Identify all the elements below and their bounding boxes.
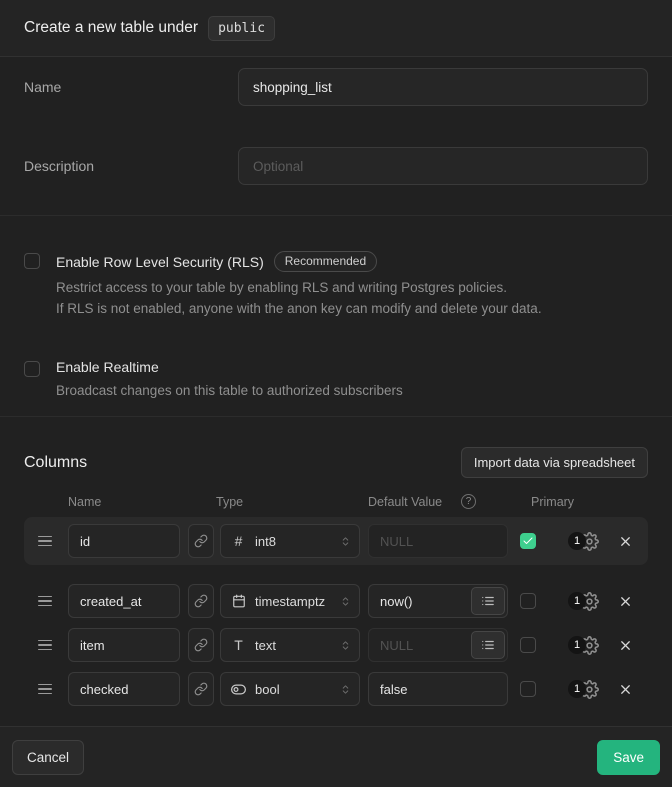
rls-label: Enable Row Level Security (RLS): [56, 254, 264, 270]
rls-checkbox[interactable]: [24, 253, 40, 269]
default-value-help-icon[interactable]: ?: [461, 494, 476, 509]
column-name-input[interactable]: [68, 584, 180, 618]
column-row: # int8 1: [24, 517, 648, 565]
default-value-suggestions-icon[interactable]: [471, 631, 505, 659]
default-value-cell: [368, 672, 508, 706]
column-type-select[interactable]: Ttext: [220, 628, 360, 662]
save-button[interactable]: Save: [597, 740, 660, 775]
name-label: Name: [24, 68, 238, 95]
column-settings: 1: [568, 680, 599, 699]
default-value-cell: [368, 628, 508, 662]
rls-description-line1: Restrict access to your table by enablin…: [56, 277, 542, 298]
column-name-input[interactable]: [68, 524, 180, 558]
calendar-icon: [231, 594, 246, 608]
column-type-value: int8: [255, 534, 331, 549]
column-header-type: Type: [216, 495, 368, 509]
letter-t-icon: T: [231, 637, 246, 653]
drag-handle-icon[interactable]: [38, 684, 52, 695]
realtime-label: Enable Realtime: [56, 359, 159, 375]
column-name-input[interactable]: [68, 628, 180, 662]
default-value-suggestions-icon[interactable]: [471, 587, 505, 615]
settings-count-badge: 1: [568, 636, 586, 654]
column-default-value-input[interactable]: [368, 524, 508, 558]
column-type-select[interactable]: # int8: [220, 524, 360, 558]
default-value-cell: [368, 584, 508, 618]
remove-column-icon[interactable]: [618, 594, 633, 609]
table-name-input[interactable]: [238, 68, 648, 106]
column-type-value: text: [255, 638, 331, 653]
panel-header: Create a new table under public: [0, 0, 672, 57]
panel-footer: Cancel Save: [0, 726, 672, 787]
realtime-checkbox[interactable]: [24, 361, 40, 377]
rls-description: Restrict access to your table by enablin…: [56, 277, 542, 319]
panel-title: Create a new table under: [24, 19, 198, 37]
column-row: bool 1: [24, 668, 648, 710]
import-spreadsheet-button[interactable]: Import data via spreadsheet: [461, 447, 648, 478]
column-type-select[interactable]: timestamptz: [220, 584, 360, 618]
table-info-section: Name Description: [0, 57, 672, 216]
column-type-value: bool: [255, 682, 331, 697]
settings-count-badge: 1: [568, 532, 586, 550]
columns-header-row: Name Type Default Value ? Primary: [24, 494, 648, 509]
remove-column-icon[interactable]: [618, 638, 633, 653]
description-label: Description: [24, 147, 238, 174]
column-type-select[interactable]: bool: [220, 672, 360, 706]
primary-key-checkbox[interactable]: [520, 681, 536, 697]
hash-icon: #: [231, 533, 246, 549]
foreign-key-link-icon[interactable]: [188, 672, 214, 706]
column-row: timestamptz 1: [24, 580, 648, 622]
column-settings: 1: [568, 532, 599, 551]
column-settings: 1: [568, 636, 599, 655]
rls-description-line2: If RLS is not enabled, anyone with the a…: [56, 298, 542, 319]
column-header-default: Default Value: [368, 495, 456, 509]
realtime-description: Broadcast changes on this table to autho…: [56, 380, 403, 401]
settings-count-badge: 1: [568, 680, 586, 698]
recommended-badge: Recommended: [274, 251, 377, 272]
column-header-name: Name: [68, 495, 216, 509]
foreign-key-link-icon[interactable]: [188, 628, 214, 662]
table-options-section: Enable Row Level Security (RLS) Recommen…: [0, 216, 672, 417]
chevron-up-down-icon: [340, 684, 351, 695]
foreign-key-link-icon[interactable]: [188, 584, 214, 618]
drag-handle-icon[interactable]: [38, 640, 52, 651]
drag-handle-icon[interactable]: [38, 536, 52, 547]
columns-title: Columns: [24, 454, 87, 472]
columns-rows: # int8 1 timestamptz 1 Ttext 1 bool 1: [24, 517, 648, 710]
column-name-input[interactable]: [68, 672, 180, 706]
default-value-cell: [368, 524, 508, 558]
settings-count-badge: 1: [568, 592, 586, 610]
primary-key-checkbox[interactable]: [520, 533, 536, 549]
create-table-panel: Create a new table under public Name Des…: [0, 0, 672, 787]
remove-column-icon[interactable]: [618, 682, 633, 697]
drag-handle-icon[interactable]: [38, 596, 52, 607]
remove-column-icon[interactable]: [618, 534, 633, 549]
foreign-key-link-icon[interactable]: [188, 524, 214, 558]
column-settings: 1: [568, 592, 599, 611]
column-default-value-input[interactable]: [368, 672, 508, 706]
chevron-up-down-icon: [340, 640, 351, 651]
chevron-up-down-icon: [340, 536, 351, 547]
column-header-primary: Primary: [531, 495, 574, 509]
column-type-value: timestamptz: [255, 594, 331, 609]
cancel-button[interactable]: Cancel: [12, 740, 84, 775]
columns-section: Columns Import data via spreadsheet Name…: [0, 417, 672, 726]
schema-badge: public: [208, 16, 275, 41]
column-row: Ttext 1: [24, 624, 648, 666]
chevron-up-down-icon: [340, 596, 351, 607]
table-description-input[interactable]: [238, 147, 648, 185]
primary-key-checkbox[interactable]: [520, 593, 536, 609]
primary-key-checkbox[interactable]: [520, 637, 536, 653]
toggle-icon: [231, 682, 246, 697]
